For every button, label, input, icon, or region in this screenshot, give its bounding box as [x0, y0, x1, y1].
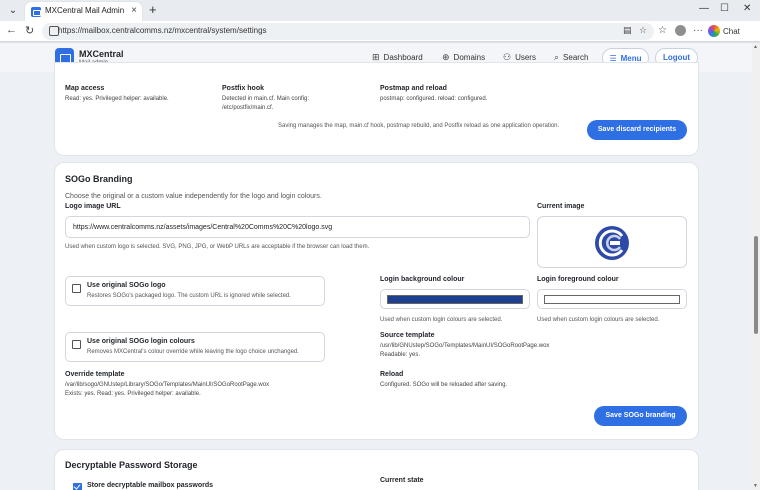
tab-list-icon[interactable]: ⌄ — [5, 3, 21, 18]
nav-dashboard-label: Dashboard — [383, 53, 423, 62]
source-template-status: Readable: yes. — [380, 352, 421, 358]
favorites-icon[interactable]: ☆ — [658, 25, 667, 36]
scroll-up-icon[interactable]: ▲ — [753, 44, 758, 50]
copilot-icon — [708, 25, 720, 37]
use-original-colours-checkbox[interactable] — [72, 340, 81, 349]
use-original-colours-label: Use original SOGo login colours — [87, 338, 195, 345]
login-fg-label: Login foreground colour — [537, 276, 619, 283]
nav-search-label: Search — [563, 53, 589, 62]
globe-icon: ⊕ — [442, 52, 450, 62]
current-image-label: Current image — [537, 203, 585, 210]
password-storage-title: Decryptable Password Storage — [65, 460, 198, 470]
maximize-icon[interactable]: ☐ — [720, 3, 729, 14]
nav-users[interactable]: ⚇ Users — [503, 52, 536, 63]
tab-close-icon[interactable]: × — [131, 5, 137, 16]
login-fg-hint: Used when custom login colours are selec… — [537, 317, 660, 323]
use-original-colours-desc: Removes MXCentral's colour override whil… — [87, 349, 299, 355]
postmap-reload-value: postmap: configured. reload: configured. — [380, 96, 488, 102]
nav-domains-label: Domains — [453, 53, 486, 62]
reload-value: Configured. SOGo will be reloaded after … — [380, 382, 508, 388]
scroll-down-icon[interactable]: ▼ — [753, 483, 758, 489]
password-storage-card: Decryptable Password Storage Store decry… — [55, 450, 698, 490]
use-original-logo-label: Use original SOGo logo — [87, 282, 166, 289]
login-fg-swatch — [544, 295, 680, 304]
nav-users-label: Users — [515, 53, 536, 62]
sogo-branding-card: SOGo Branding Choose the original or a c… — [55, 163, 698, 439]
reader-icon[interactable]: ▤ — [623, 25, 632, 36]
scrollbar-thumb[interactable] — [754, 236, 758, 334]
postfix-hook-line2: /etc/postfix/main.cf. — [222, 105, 274, 111]
nav-dashboard[interactable]: ⊞ Dashboard — [372, 52, 423, 63]
postmap-reload-label: Postmap and reload — [380, 85, 447, 92]
source-template-path: /usr/lib/GNUstep/SOGo/Templates/MainUI/S… — [380, 343, 550, 349]
copilot-chat-button[interactable]: Chat — [708, 24, 740, 38]
reload-icon[interactable]: ↻ — [25, 24, 34, 37]
use-original-logo-option[interactable]: Use original SOGo logo Restores SOGo's p… — [65, 276, 325, 306]
reload-label: Reload — [380, 371, 404, 378]
users-icon: ⚇ — [503, 52, 512, 62]
login-bg-label: Login background colour — [380, 276, 465, 283]
tab-favicon-icon — [31, 7, 41, 17]
chat-label: Chat — [723, 26, 740, 36]
logo-url-hint: Used when custom logo is selected. SVG, … — [65, 244, 370, 250]
brand-title: MXCentral — [79, 49, 124, 59]
page-scrollbar[interactable]: ▲ ▼ — [752, 43, 760, 490]
save-sogo-branding-button[interactable]: Save SOGo branding — [594, 406, 687, 426]
browser-tabbar: ⌄ MXCentral Mail Admin for CCL × + — ☐ ✕ — [0, 0, 760, 21]
postfix-hook-label: Postfix hook — [222, 85, 265, 92]
favorite-star-icon[interactable]: ☆ — [639, 25, 647, 36]
save-note: Saving manages the map, main.cf hook, po… — [278, 123, 560, 129]
nav-domains[interactable]: ⊕ Domains — [442, 52, 485, 63]
login-fg-color-input[interactable] — [537, 289, 687, 309]
save-discard-recipients-button[interactable]: Save discard recipients — [587, 120, 687, 140]
browser-toolbar: ← ↻ https://mailbox.centralcomms.nz/mxce… — [0, 21, 760, 42]
sogo-branding-description: Choose the original or a custom value in… — [65, 193, 322, 200]
profile-avatar[interactable] — [675, 25, 686, 36]
sogo-branding-title: SOGo Branding — [65, 174, 133, 184]
store-passwords-label: Store decryptable mailbox passwords — [87, 482, 214, 489]
new-tab-icon[interactable]: + — [149, 2, 157, 17]
logo-url-input[interactable]: https://www.centralcomms.nz/assets/image… — [65, 216, 530, 238]
discard-recipients-card: Map access Read: yes. Privileged helper:… — [55, 63, 698, 155]
window-close-icon[interactable]: ✕ — [743, 3, 751, 14]
login-bg-swatch — [387, 295, 523, 304]
tab-title: MXCentral Mail Admin for CCL — [45, 6, 125, 15]
search-icon: ⌕ — [554, 52, 560, 62]
more-menu-icon[interactable]: ··· — [693, 25, 703, 36]
browser-tab[interactable]: MXCentral Mail Admin for CCL × — [25, 2, 142, 21]
use-original-logo-desc: Restores SOGo's packaged logo. The custo… — [87, 293, 291, 299]
map-access-value: Read: yes. Privileged helper: available. — [65, 96, 169, 102]
minimize-icon[interactable]: — — [699, 3, 709, 14]
store-passwords-checkbox[interactable] — [73, 483, 82, 490]
back-icon[interactable]: ← — [6, 24, 17, 36]
current-state-label: Current state — [380, 477, 424, 484]
override-template-path: /var/lib/sogo/GNUstep/Library/SOGo/Templ… — [65, 382, 270, 388]
override-template-status: Exists: yes. Read: yes. Privileged helpe… — [65, 391, 201, 397]
login-bg-color-input[interactable] — [380, 289, 530, 309]
source-template-label: Source template — [380, 332, 435, 339]
use-original-colours-option[interactable]: Use original SOGo login colours Removes … — [65, 332, 325, 362]
page-viewport: MXCentral Mail admin ⊞ Dashboard ⊕ Domai… — [0, 43, 760, 490]
postfix-hook-line1: Detected in main.cf. Main config: — [222, 96, 310, 102]
hamburger-icon: ☰ — [609, 53, 617, 63]
menu-label: Menu — [620, 53, 642, 63]
central-comms-logo-icon — [595, 226, 629, 260]
map-access-label: Map access — [65, 85, 105, 92]
dashboard-icon: ⊞ — [372, 52, 380, 62]
login-bg-hint: Used when custom login colours are selec… — [380, 317, 503, 323]
nav-search[interactable]: ⌕ Search — [554, 52, 588, 63]
logo-url-label: Logo image URL — [65, 203, 121, 210]
current-image-preview — [537, 216, 687, 268]
use-original-logo-checkbox[interactable] — [72, 284, 81, 293]
logo-url-value: https://www.centralcomms.nz/assets/image… — [73, 224, 333, 231]
url-text: https://mailbox.centralcomms.nz/mxcentra… — [58, 26, 267, 35]
address-bar[interactable]: https://mailbox.centralcomms.nz/mxcentra… — [42, 23, 654, 40]
override-template-label: Override template — [65, 371, 125, 378]
